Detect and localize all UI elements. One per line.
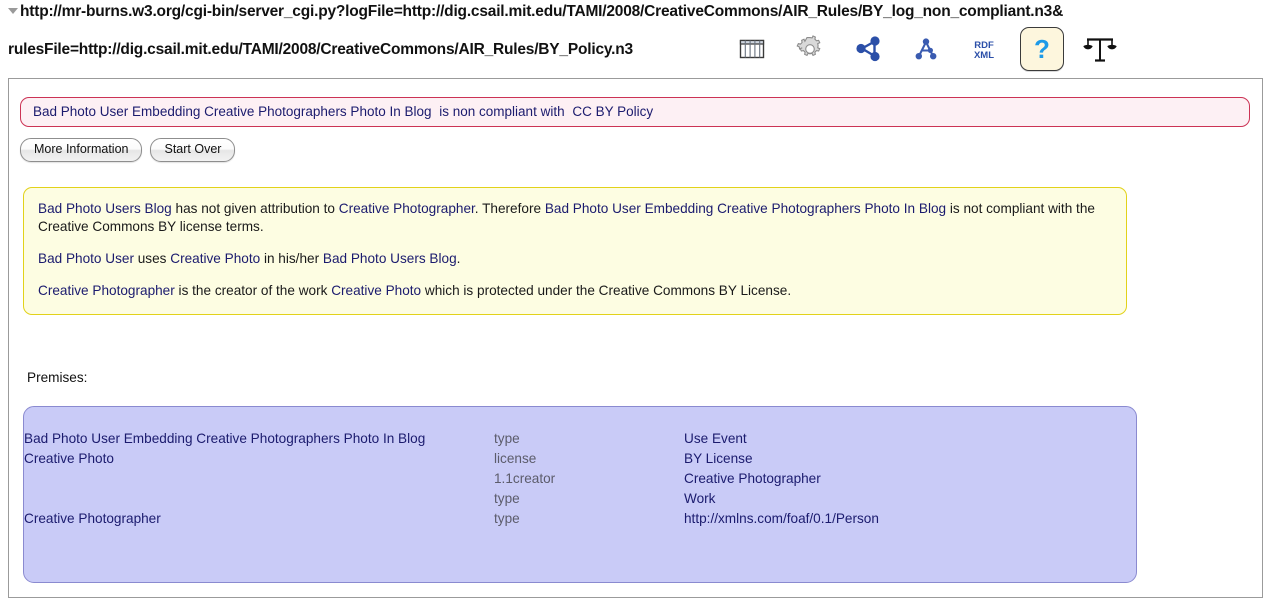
premise-predicate: 1.1creator: [494, 471, 556, 486]
explanation-text: . Therefore: [474, 201, 545, 216]
premise-subject: Bad Photo User Embedding Creative Photog…: [24, 431, 426, 446]
disclosure-triangle-icon[interactable]: [8, 8, 18, 14]
premise-object: BY License: [684, 451, 753, 466]
conclusion-predicate: is non compliant with: [439, 104, 565, 119]
explanation-text: .: [456, 250, 461, 266]
more-information-button[interactable]: More Information: [20, 138, 143, 162]
entity-reference: Creative Photo: [331, 282, 422, 298]
url-line-1: http://mr-burns.w3.org/cgi-bin/server_cg…: [8, 3, 1063, 20]
entity-reference: Bad Photo User: [38, 250, 134, 266]
question-mark-icon[interactable]: ?: [1020, 27, 1064, 71]
explanation-text: uses: [133, 250, 171, 266]
premise-predicate: type: [494, 511, 520, 526]
explanation-text: which is protected under the Creative Co…: [421, 282, 792, 298]
premises-table: Bad Photo User Embedding Creative Photog…: [24, 429, 1136, 529]
explanation-box: Bad Photo Users Blog has not given attri…: [23, 187, 1127, 315]
rdf-xml-icon[interactable]: RDF XML: [962, 27, 1006, 71]
url-text-line-1: http://mr-burns.w3.org/cgi-bin/server_cg…: [20, 3, 1064, 20]
graph-share-icon[interactable]: [846, 27, 890, 71]
entity-reference: Creative Photographer: [38, 282, 175, 298]
premise-object: Creative Photographer: [684, 471, 821, 486]
table-row: 1.1creator Creative Photographer: [24, 469, 1136, 489]
action-buttons: More Information Start Over: [20, 138, 236, 162]
entity-reference: Creative Photo: [170, 250, 261, 266]
table-view-icon[interactable]: [730, 27, 774, 71]
premise-subject: Creative Photo: [24, 451, 114, 466]
premises-box: Bad Photo User Embedding Creative Photog…: [23, 406, 1137, 583]
url-display: http://mr-burns.w3.org/cgi-bin/server_cg…: [8, 3, 1063, 59]
table-row: Creative Photo license BY License: [24, 449, 1136, 469]
premises-label: Premises:: [27, 370, 88, 385]
page-header: http://mr-burns.w3.org/cgi-bin/server_cg…: [0, 0, 1273, 78]
premise-predicate: type: [494, 491, 520, 506]
conclusion-subject: Bad Photo User Embedding Creative Photog…: [33, 104, 432, 119]
url-line-2: rulesFile=http://dig.csail.mit.edu/TAMI/…: [8, 41, 633, 59]
explanation-text: has not given attribution to: [171, 201, 339, 216]
entity-reference: Bad Photo Users Blog: [322, 250, 457, 266]
premise-predicate: license: [494, 451, 537, 466]
premise-subject: Creative Photographer: [24, 511, 161, 526]
network-a-icon[interactable]: [904, 27, 948, 71]
table-row: Bad Photo User Embedding Creative Photog…: [24, 429, 1136, 449]
explanation-text: in his/her: [260, 250, 323, 266]
explanation-paragraph-3: Creative Photographer is the creator of …: [38, 282, 1112, 300]
view-toolbar: RDF XML ?: [730, 24, 1122, 74]
explanation-paragraph-2: Bad Photo User uses Creative Photo in hi…: [38, 250, 1112, 268]
explanation-text: is the creator of the work: [174, 282, 332, 298]
entity-reference: Bad Photo Users Blog: [38, 201, 172, 216]
table-row: Creative Photographer type http://xmlns.co…: [24, 509, 1136, 529]
premises-table-body: Bad Photo User Embedding Creative Photog…: [24, 429, 1136, 529]
conclusion-alert: Bad Photo User Embedding Creative Photog…: [20, 97, 1250, 127]
conclusion-object: CC BY Policy: [572, 104, 654, 119]
premise-object: http://xmlns.com/foaf/0.1/Person: [684, 511, 879, 526]
start-over-button[interactable]: Start Over: [150, 138, 236, 162]
premise-subject: [24, 469, 494, 489]
scales-icon[interactable]: [1078, 27, 1122, 71]
table-row: type Work: [24, 489, 1136, 509]
premise-object: Use Event: [684, 431, 747, 446]
premise-subject: [24, 489, 494, 509]
gear-icon[interactable]: [788, 27, 832, 71]
premise-object: Work: [684, 491, 716, 506]
premise-predicate: type: [494, 431, 520, 446]
explanation-paragraph-1: Bad Photo Users Blog has not given attri…: [38, 200, 1112, 236]
entity-reference: Creative Photographer: [338, 201, 475, 216]
svg-text:?: ?: [1034, 35, 1050, 63]
entity-reference: Bad Photo User Embedding Creative Photog…: [544, 201, 947, 216]
svg-text:XML: XML: [974, 50, 994, 61]
result-panel: Bad Photo User Embedding Creative Photog…: [8, 78, 1263, 598]
